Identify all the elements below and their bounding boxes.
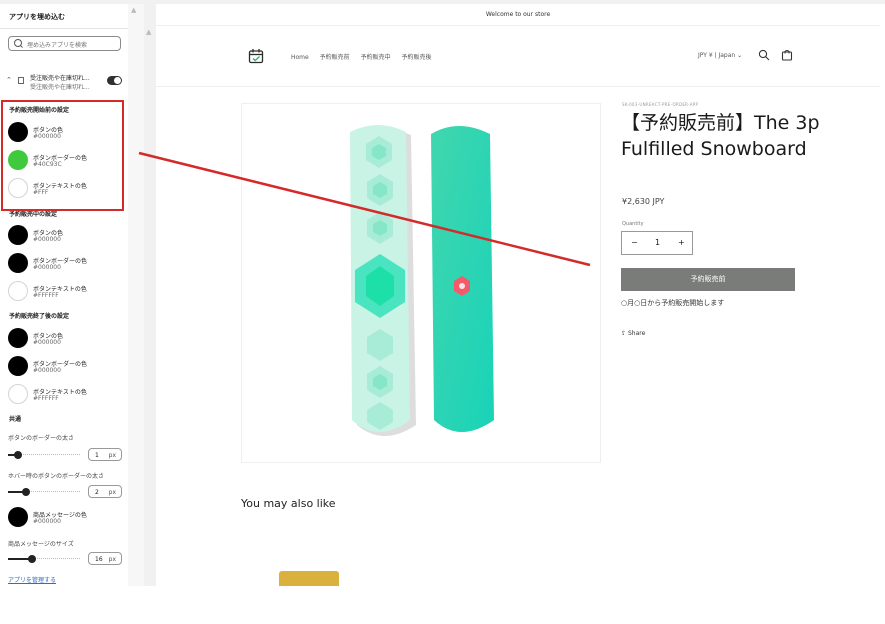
value: 16 [95, 556, 103, 563]
unit: px [108, 489, 116, 496]
color-hex: #000000 [33, 264, 61, 271]
color-setting-row[interactable]: ボタンの色 #000000 [8, 328, 126, 352]
section-title-common: 共通 [9, 416, 22, 423]
slider-handle[interactable] [22, 488, 30, 496]
snowboard-image [350, 125, 494, 436]
sidebar-scrollbar[interactable]: ▲ [128, 4, 144, 586]
scroll-up-icon[interactable]: ▲ [131, 6, 136, 14]
search-input[interactable]: 埋め込みアプリを検索 [8, 36, 121, 51]
related-heading: You may also like [241, 497, 336, 510]
chevron-up-icon[interactable]: ⌃ [6, 76, 12, 84]
search-icon [14, 39, 22, 47]
color-setting-row[interactable]: ボタンボーダーの色 #000000 [8, 253, 126, 277]
product-price: ¥2,630 JPY [622, 197, 665, 206]
unit: px [108, 452, 116, 459]
manage-app-link[interactable]: アプリを管理する [8, 575, 56, 584]
color-setting-row[interactable]: ボタンボーダーの色 #000000 [8, 356, 126, 380]
slider-handle[interactable] [28, 555, 36, 563]
section-title-after: 予約販売終了後の設定 [9, 313, 70, 320]
header-divider [156, 86, 880, 87]
color-hex: #000000 [33, 236, 61, 243]
currency-label: JPY ¥ | Japan [698, 52, 736, 59]
search-placeholder: 埋め込みアプリを検索 [27, 42, 88, 49]
color-setting-row[interactable]: ボタンテキストの色 #FFFFFF [8, 281, 126, 305]
value: 1 [95, 452, 99, 459]
decrease-button[interactable]: − [631, 238, 638, 247]
color-swatch[interactable] [8, 384, 28, 404]
product-image[interactable] [241, 103, 601, 463]
color-setting-row[interactable]: ボタンの色 #000000 [8, 225, 126, 249]
color-swatch[interactable] [8, 281, 28, 301]
product-title: 【予約販売前】The 3p Fulfilled Snowboard [621, 112, 820, 160]
preorder-button[interactable]: 予約販売前 [621, 268, 795, 291]
app-subtitle: 受注販売や在庫切れ... [30, 84, 90, 91]
divider [0, 28, 128, 29]
quantity-value[interactable]: 1 [655, 238, 660, 247]
increase-button[interactable]: + [678, 238, 685, 247]
app-enable-toggle[interactable] [107, 76, 122, 85]
color-swatch[interactable] [8, 225, 28, 245]
quantity-label: Quantity [622, 221, 644, 227]
hover-border-input[interactable]: 2 px [88, 485, 122, 498]
store-logo-icon[interactable] [248, 48, 264, 64]
slider-handle[interactable] [14, 451, 22, 459]
message-size-label: 商品メッセージのサイズ [8, 541, 74, 548]
message-size-input[interactable]: 16 px [88, 552, 122, 565]
border-width-slider[interactable] [8, 451, 80, 459]
chevron-down-icon: ⌄ [737, 52, 743, 59]
hover-border-label: ホバー時のボタンのボーダーの太さ [8, 473, 105, 480]
announcement-bar: Welcome to our store [156, 4, 880, 26]
color-hex: #000000 [33, 339, 61, 346]
share-icon: ⇪ [621, 330, 627, 337]
color-hex: #000000 [33, 518, 61, 525]
nav-item-before[interactable]: 予約販売前 [320, 54, 350, 61]
preorder-notice: ○月○日から予約販売開始します [621, 299, 725, 307]
hover-border-slider[interactable] [8, 488, 80, 496]
color-hex: #000000 [33, 367, 61, 374]
search-icon[interactable] [758, 49, 770, 61]
currency-selector[interactable]: JPY ¥ | Japan ⌄ [698, 52, 742, 59]
color-setting-row[interactable]: 商品メッセージの色 #000000 [8, 507, 126, 531]
sidebar-title: アプリを埋め込む [9, 13, 65, 21]
product-sku: SK-003-UNREACT-PRE-ORDER-APP [622, 102, 699, 107]
store-preview: Welcome to our store Home 予約販売前 予約販売中 予約… [156, 4, 880, 586]
value: 2 [95, 489, 99, 496]
color-swatch[interactable] [8, 328, 28, 348]
share-label: Share [627, 330, 646, 337]
scroll-up-icon[interactable]: ▲ [146, 28, 151, 36]
border-width-input[interactable]: 1 px [88, 448, 122, 461]
app-name: 受注販売や在庫切れ... [30, 75, 90, 82]
annotation-highlight-box [1, 100, 124, 211]
cart-icon[interactable] [781, 49, 793, 61]
share-button[interactable]: ⇪ Share [621, 330, 645, 337]
color-swatch[interactable] [8, 356, 28, 376]
main-nav: Home 予約販売前 予約販売中 予約販売後 [291, 52, 441, 61]
color-swatch[interactable] [8, 507, 28, 527]
unit: px [108, 556, 116, 563]
color-hex: #FFFFFF [33, 395, 59, 402]
app-embed-item[interactable]: ⌃ 受注販売や在庫切れ... 受注販売や在庫切れ... [0, 68, 128, 96]
nav-item-after[interactable]: 予約販売後 [402, 54, 432, 61]
message-size-slider[interactable] [8, 555, 80, 563]
nav-item-home[interactable]: Home [291, 54, 309, 61]
color-setting-row[interactable]: ボタンテキストの色 #FFFFFF [8, 384, 126, 408]
related-product-thumbnail[interactable] [241, 566, 381, 586]
border-width-label: ボタンのボーダーの太さ [8, 435, 75, 442]
color-hex: #FFFFFF [33, 292, 59, 299]
quantity-stepper[interactable]: − 1 + [621, 231, 693, 255]
app-icon [18, 77, 24, 84]
nav-item-during[interactable]: 予約販売中 [361, 54, 391, 61]
preview-scrollbar[interactable]: ▲ [144, 4, 156, 586]
app-embed-sidebar: アプリを埋め込む 埋め込みアプリを検索 ⌃ 受注販売や在庫切れ... 受注販売や… [0, 4, 128, 586]
color-swatch[interactable] [8, 253, 28, 273]
